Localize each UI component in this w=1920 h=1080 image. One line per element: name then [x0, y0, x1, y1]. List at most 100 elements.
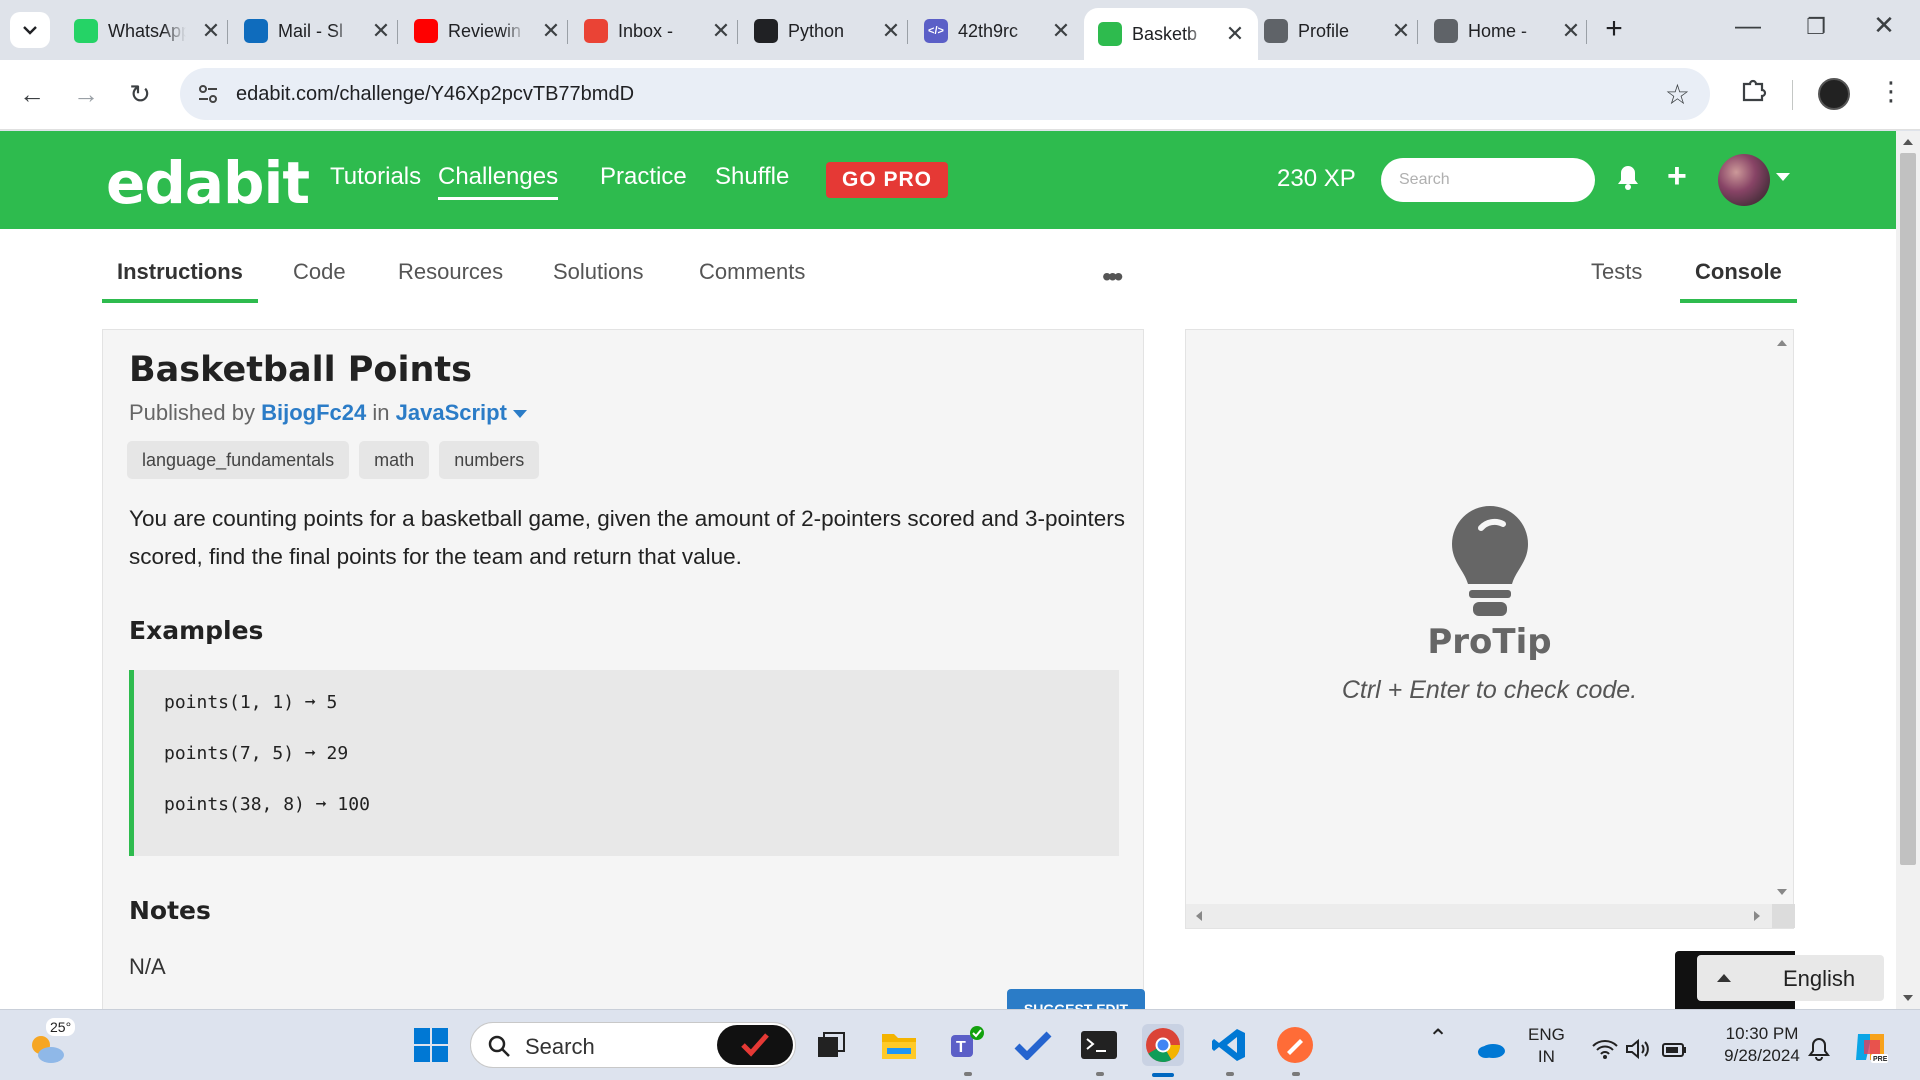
- task-view-icon[interactable]: [810, 1024, 852, 1066]
- reload-icon[interactable]: ↻: [122, 76, 158, 112]
- language-label[interactable]: English: [1783, 966, 1855, 992]
- page-scrollbar[interactable]: [1896, 131, 1920, 1009]
- tab-separator: [737, 20, 738, 44]
- browser-tab[interactable]: Inbox - ✕: [570, 8, 744, 54]
- nav-shuffle[interactable]: Shuffle: [715, 163, 789, 191]
- close-tab-icon[interactable]: ✕: [200, 18, 222, 44]
- nav-tutorials[interactable]: Tutorials: [330, 163, 421, 191]
- scroll-down-icon[interactable]: [1777, 889, 1787, 895]
- vscode-icon[interactable]: [1208, 1024, 1250, 1066]
- more-options-icon[interactable]: •••: [1102, 261, 1124, 293]
- bell-icon[interactable]: [1617, 164, 1639, 197]
- console-vertical-scrollbar[interactable]: [1771, 330, 1793, 905]
- site-search-input[interactable]: [1381, 158, 1595, 202]
- todo-icon[interactable]: [1012, 1024, 1054, 1066]
- close-tab-icon[interactable]: ✕: [880, 18, 902, 44]
- running-indicator: [1226, 1072, 1234, 1076]
- browser-tab[interactable]: Profile ✕: [1250, 8, 1424, 54]
- battery-icon[interactable]: [1654, 1028, 1696, 1070]
- tab-tests[interactable]: Tests: [1591, 259, 1642, 299]
- profile-avatar[interactable]: [1818, 78, 1850, 110]
- windows-start-icon[interactable]: [410, 1024, 452, 1066]
- close-tab-icon[interactable]: ✕: [1560, 18, 1582, 44]
- scroll-up-icon[interactable]: [1777, 340, 1787, 346]
- close-tab-icon[interactable]: ✕: [1224, 21, 1246, 47]
- browser-menu-icon[interactable]: ⋮: [1878, 76, 1904, 107]
- close-tab-icon[interactable]: ✕: [370, 18, 392, 44]
- chrome-icon[interactable]: [1142, 1024, 1184, 1066]
- nav-practice[interactable]: Practice: [600, 163, 687, 191]
- search-highlight-icon[interactable]: [717, 1025, 793, 1065]
- close-tab-icon[interactable]: ✕: [710, 18, 732, 44]
- tray-overflow-icon[interactable]: ⌃: [1428, 1027, 1448, 1051]
- scroll-left-icon[interactable]: [1196, 911, 1202, 921]
- tab-console[interactable]: Console: [1680, 259, 1797, 303]
- copilot-icon[interactable]: PRE: [1850, 1026, 1892, 1068]
- taskbar-search[interactable]: Search: [470, 1022, 796, 1068]
- nav-challenges[interactable]: Challenges: [438, 163, 559, 200]
- edabit-logo[interactable]: edabit: [106, 149, 310, 217]
- language-caret-icon[interactable]: [512, 410, 527, 419]
- tab-instructions[interactable]: Instructions: [102, 259, 258, 303]
- tab-title: Basketb: [1132, 23, 1198, 44]
- plus-icon[interactable]: +: [1667, 157, 1687, 196]
- tab-comments[interactable]: Comments: [699, 259, 805, 299]
- running-indicator: [1292, 1072, 1300, 1076]
- browser-tab[interactable]: Mail - Sl ✕: [230, 8, 404, 54]
- close-tab-icon[interactable]: ✕: [1050, 18, 1072, 44]
- tab-search-button[interactable]: [10, 12, 50, 48]
- browser-tab[interactable]: WhatsApp ✕: [60, 8, 234, 54]
- input-language[interactable]: ENG IN: [1528, 1024, 1565, 1068]
- url-text[interactable]: edabit.com/challenge/Y46Xp2pcvTB77bmdD: [236, 83, 634, 106]
- tab-resources[interactable]: Resources: [398, 259, 503, 299]
- caret-up-icon[interactable]: [1717, 974, 1731, 982]
- scroll-right-icon[interactable]: [1754, 911, 1760, 921]
- onedrive-icon[interactable]: [1470, 1028, 1512, 1070]
- minimize-icon[interactable]: —: [1728, 10, 1768, 41]
- postman-icon[interactable]: [1274, 1024, 1316, 1066]
- close-tab-icon[interactable]: ✕: [1390, 18, 1412, 44]
- tab-separator: [1586, 20, 1587, 44]
- tag[interactable]: numbers: [439, 441, 540, 479]
- tag[interactable]: math: [359, 441, 430, 479]
- close-window-icon[interactable]: ✕: [1864, 10, 1904, 41]
- go-pro-button[interactable]: GO PRO: [826, 162, 948, 198]
- new-tab-button[interactable]: +: [1596, 12, 1632, 46]
- teams-icon[interactable]: T: [946, 1024, 988, 1066]
- notification-bell-icon[interactable]: [1798, 1028, 1840, 1070]
- browser-tab[interactable]: Home - ✕: [1420, 8, 1594, 54]
- console-horizontal-scrollbar[interactable]: [1186, 904, 1795, 928]
- language-selector[interactable]: English: [1697, 955, 1884, 1001]
- tab-solutions[interactable]: Solutions: [553, 259, 644, 299]
- globe-icon: [1434, 19, 1458, 43]
- terminal-icon[interactable]: [1078, 1024, 1120, 1066]
- caret-down-icon[interactable]: [1776, 173, 1790, 181]
- language-link[interactable]: JavaScript: [396, 400, 507, 425]
- protip-text: Ctrl + Enter to check code.: [1341, 676, 1638, 704]
- address-bar[interactable]: edabit.com/challenge/Y46Xp2pcvTB77bmdD ☆: [180, 68, 1710, 120]
- file-explorer-icon[interactable]: [878, 1024, 920, 1066]
- bookmark-star-icon[interactable]: ☆: [1665, 78, 1690, 111]
- extensions-icon[interactable]: [1740, 74, 1768, 107]
- browser-tab[interactable]: Python ✕: [740, 8, 914, 54]
- in-label: in: [372, 400, 390, 425]
- browser-tab[interactable]: Reviewin ✕: [400, 8, 574, 54]
- examples-heading: Examples: [129, 616, 264, 645]
- restore-icon[interactable]: ❐: [1796, 14, 1836, 40]
- author-link[interactable]: BijogFc24: [261, 400, 366, 425]
- tab-code[interactable]: Code: [293, 259, 346, 299]
- browser-tab[interactable]: Basketb ✕: [1084, 8, 1258, 60]
- forward-icon[interactable]: →: [68, 76, 104, 112]
- taskbar-search-placeholder[interactable]: Search: [525, 1034, 595, 1060]
- browser-tab-strip: WhatsApp ✕ Mail - Sl ✕ Reviewin ✕ Inbox - ✕ Pyt…: [0, 0, 1920, 60]
- scroll-down-icon[interactable]: [1903, 995, 1913, 1001]
- user-avatar[interactable]: [1718, 154, 1770, 206]
- scrollbar-thumb[interactable]: [1900, 153, 1916, 865]
- site-info-icon[interactable]: [188, 74, 228, 114]
- close-tab-icon[interactable]: ✕: [540, 18, 562, 44]
- browser-tab[interactable]: </> 42th9rc ✕: [910, 8, 1084, 54]
- tag[interactable]: language_fundamentals: [127, 441, 350, 479]
- back-icon[interactable]: ←: [14, 76, 50, 112]
- scroll-up-icon[interactable]: [1903, 139, 1913, 145]
- site-header: edabit Tutorials Challenges Practice Shu…: [0, 131, 1896, 229]
